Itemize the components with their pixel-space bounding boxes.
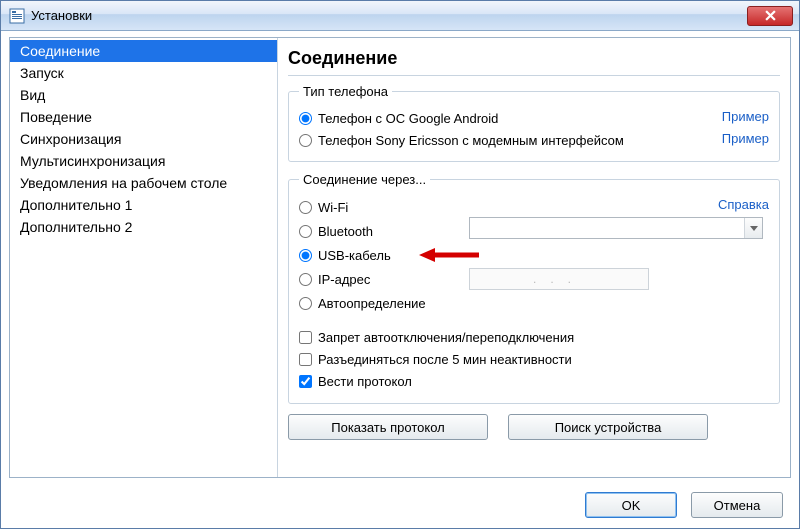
connection-via-legend: Соединение через... [299, 172, 430, 187]
app-icon [9, 8, 25, 24]
connection-via-group: Соединение через... Справка Wi-Fi Blueto… [288, 172, 780, 404]
label-no-autodisconnect: Запрет автоотключения/переподключения [318, 330, 574, 345]
label-phone-android: Телефон с ОС Google Android [318, 111, 769, 126]
sidebar-item-sync[interactable]: Синхронизация [10, 128, 277, 150]
content-area: Соединение Запуск Вид Поведение Синхрони… [9, 37, 791, 478]
sidebar-item-advanced-2[interactable]: Дополнительно 2 [10, 216, 277, 238]
example-link-sony[interactable]: Пример [722, 131, 769, 146]
radio-phone-sony[interactable] [299, 134, 312, 147]
radio-usb[interactable] [299, 249, 312, 262]
check-log-protocol[interactable] [299, 375, 312, 388]
settings-window: Установки Соединение Запуск Вид Поведени… [0, 0, 800, 529]
sidebar-item-startup[interactable]: Запуск [10, 62, 277, 84]
show-protocol-button[interactable]: Показать протокол [288, 414, 488, 440]
sidebar-item-behavior[interactable]: Поведение [10, 106, 277, 128]
radio-bluetooth[interactable] [299, 225, 312, 238]
ok-button[interactable]: OK [585, 492, 677, 518]
bluetooth-device-combo[interactable] [469, 217, 763, 239]
radio-autodetect[interactable] [299, 297, 312, 310]
label-bluetooth: Bluetooth [318, 224, 373, 239]
window-title: Установки [31, 8, 747, 23]
label-log-protocol: Вести протокол [318, 374, 412, 389]
main-panel: Соединение Тип телефона Пример Пример Те… [278, 38, 790, 477]
close-button[interactable] [747, 6, 793, 26]
sidebar-item-desktop-notifications[interactable]: Уведомления на рабочем столе [10, 172, 277, 194]
close-icon [765, 10, 776, 21]
sidebar-item-advanced-1[interactable]: Дополнительно 1 [10, 194, 277, 216]
dialog-footer: OK Отмена [585, 492, 783, 518]
sidebar-item-view[interactable]: Вид [10, 84, 277, 106]
protocol-button-row: Показать протокол Поиск устройства [288, 414, 780, 440]
arrow-annotation [419, 246, 479, 264]
label-wifi: Wi-Fi [318, 200, 348, 215]
label-ip: IP-адрес [318, 272, 370, 287]
combo-dropdown-button[interactable] [744, 218, 762, 238]
phone-type-legend: Тип телефона [299, 84, 392, 99]
chevron-down-icon [750, 226, 758, 231]
sidebar-item-multisync[interactable]: Мультисинхронизация [10, 150, 277, 172]
cancel-button[interactable]: Отмена [691, 492, 783, 518]
search-device-button[interactable]: Поиск устройства [508, 414, 708, 440]
label-phone-sony: Телефон Sony Ericsson с модемным интерфе… [318, 133, 769, 148]
label-autodetect: Автоопределение [318, 296, 426, 311]
panel-heading: Соединение [288, 44, 780, 76]
radio-ip[interactable] [299, 273, 312, 286]
radio-wifi[interactable] [299, 201, 312, 214]
check-disconnect-idle[interactable] [299, 353, 312, 366]
phone-type-group: Тип телефона Пример Пример Телефон с ОС … [288, 84, 780, 162]
ip-address-field[interactable]: ... [469, 268, 649, 290]
settings-sidebar: Соединение Запуск Вид Поведение Синхрони… [10, 38, 278, 477]
example-link-android[interactable]: Пример [722, 109, 769, 124]
check-no-autodisconnect[interactable] [299, 331, 312, 344]
radio-phone-android[interactable] [299, 112, 312, 125]
titlebar: Установки [1, 1, 799, 31]
label-disconnect-idle: Разъединяться после 5 мин неактивности [318, 352, 572, 367]
label-usb: USB-кабель [318, 248, 391, 263]
sidebar-item-connection[interactable]: Соединение [10, 40, 277, 62]
